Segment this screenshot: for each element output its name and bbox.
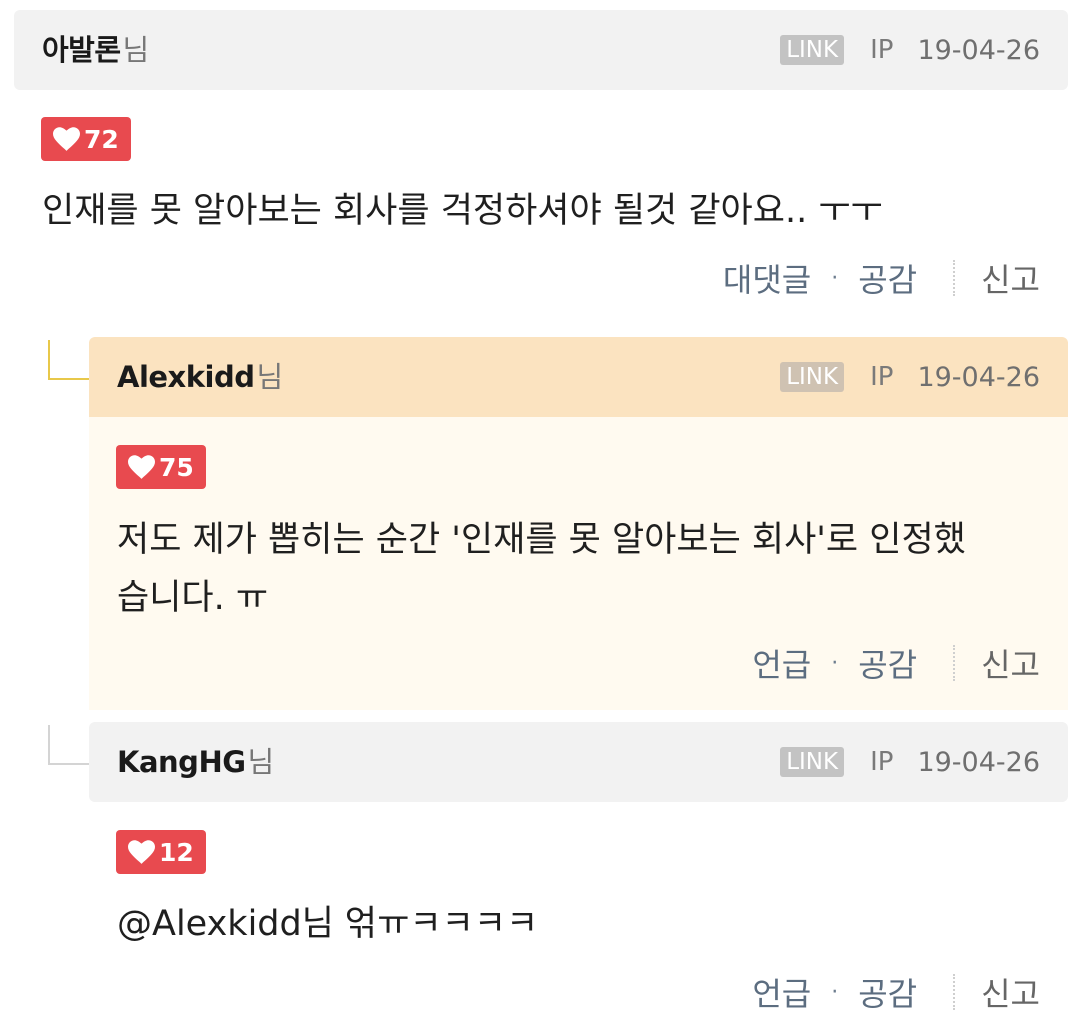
like-count: 75 xyxy=(159,452,194,482)
comment-actions: 언급 · 공감 신고 xyxy=(752,641,1040,685)
mention-button[interactable]: 언급 xyxy=(752,640,811,686)
comment-meta: LINK IP 19-04-26 xyxy=(780,337,1040,417)
heart-icon xyxy=(53,127,80,151)
comment-date: 19-04-26 xyxy=(917,34,1040,66)
author-suffix: 님 xyxy=(122,33,150,67)
comment-date: 19-04-26 xyxy=(917,746,1040,778)
comment: 아발론님 LINK IP 19-04-26 72 인재를 못 알아보는 회사를 … xyxy=(14,10,1068,320)
like-count: 72 xyxy=(84,124,119,154)
comment-actions: 언급 · 공감 신고 xyxy=(752,970,1040,1014)
comment-date: 19-04-26 xyxy=(917,361,1040,393)
comment-actions: 대댓글 · 공감 신고 xyxy=(723,256,1040,300)
ip-label: IP xyxy=(870,747,894,777)
comment-meta: LINK IP 19-04-26 xyxy=(780,722,1040,802)
comment-meta: LINK IP 19-04-26 xyxy=(780,10,1040,90)
report-button[interactable]: 신고 xyxy=(981,640,1040,686)
mention-button[interactable]: 언급 xyxy=(752,969,811,1015)
reply-indicator xyxy=(48,725,90,765)
action-divider xyxy=(953,260,956,296)
heart-icon xyxy=(128,840,155,864)
report-button[interactable]: 신고 xyxy=(981,255,1040,301)
comment-text-line: 습니다. ㅠ xyxy=(117,578,269,618)
report-button[interactable]: 신고 xyxy=(981,969,1040,1015)
comment-text: 인재를 못 알아보는 회사를 걱정하셔야 될것 같아요.. ㅜㅜ xyxy=(42,191,883,231)
like-badge: 12 xyxy=(116,830,206,874)
action-divider xyxy=(953,974,956,1010)
author-suffix: 님 xyxy=(256,360,284,394)
author-suffix: 님 xyxy=(247,745,275,779)
author-name[interactable]: KangHG xyxy=(117,745,246,779)
link-button[interactable]: LINK xyxy=(780,35,845,65)
action-divider xyxy=(953,645,956,681)
author-name[interactable]: Alexkidd xyxy=(117,360,255,394)
comment-text-line: 저도 제가 뽑히는 순간 '인재를 못 알아보는 회사'로 인정했 xyxy=(117,520,966,560)
empathy-button[interactable]: 공감 xyxy=(858,255,917,301)
like-badge: 72 xyxy=(41,117,131,161)
action-dot: · xyxy=(831,265,839,291)
empathy-button[interactable]: 공감 xyxy=(858,640,917,686)
like-count: 12 xyxy=(159,837,194,867)
reply-button[interactable]: 대댓글 xyxy=(723,255,811,301)
like-badge: 75 xyxy=(116,445,206,489)
author-name[interactable]: 아발론 xyxy=(42,33,121,67)
reply-comment: Alexkidd님 LINK IP 19-04-26 75 저도 제가 뽑히는 … xyxy=(89,337,1068,710)
comment-header: KangHG님 LINK IP 19-04-26 xyxy=(89,722,1068,802)
link-button[interactable]: LINK xyxy=(780,747,845,777)
reply-indicator xyxy=(48,340,90,380)
ip-label: IP xyxy=(870,35,894,65)
comment-author[interactable]: 아발론님 xyxy=(42,10,149,90)
comment-author[interactable]: KangHG님 xyxy=(117,722,274,802)
ip-label: IP xyxy=(870,362,894,392)
comment-author[interactable]: Alexkidd님 xyxy=(117,337,283,417)
heart-icon xyxy=(128,455,155,479)
action-dot: · xyxy=(831,650,839,676)
action-dot: · xyxy=(831,979,839,1005)
reply-comment: KangHG님 LINK IP 19-04-26 12 @Alexkidd님 얶… xyxy=(89,722,1068,1022)
comment-header: 아발론님 LINK IP 19-04-26 xyxy=(14,10,1068,90)
comment-text: @Alexkidd님 얶ㅠㅋㅋㅋㅋ xyxy=(117,904,539,944)
comment-text: 저도 제가 뽑히는 순간 '인재를 못 알아보는 회사'로 인정했 습니다. ㅠ xyxy=(117,513,966,625)
link-button[interactable]: LINK xyxy=(780,362,845,392)
empathy-button[interactable]: 공감 xyxy=(858,969,917,1015)
comment-header: Alexkidd님 LINK IP 19-04-26 xyxy=(89,337,1068,417)
